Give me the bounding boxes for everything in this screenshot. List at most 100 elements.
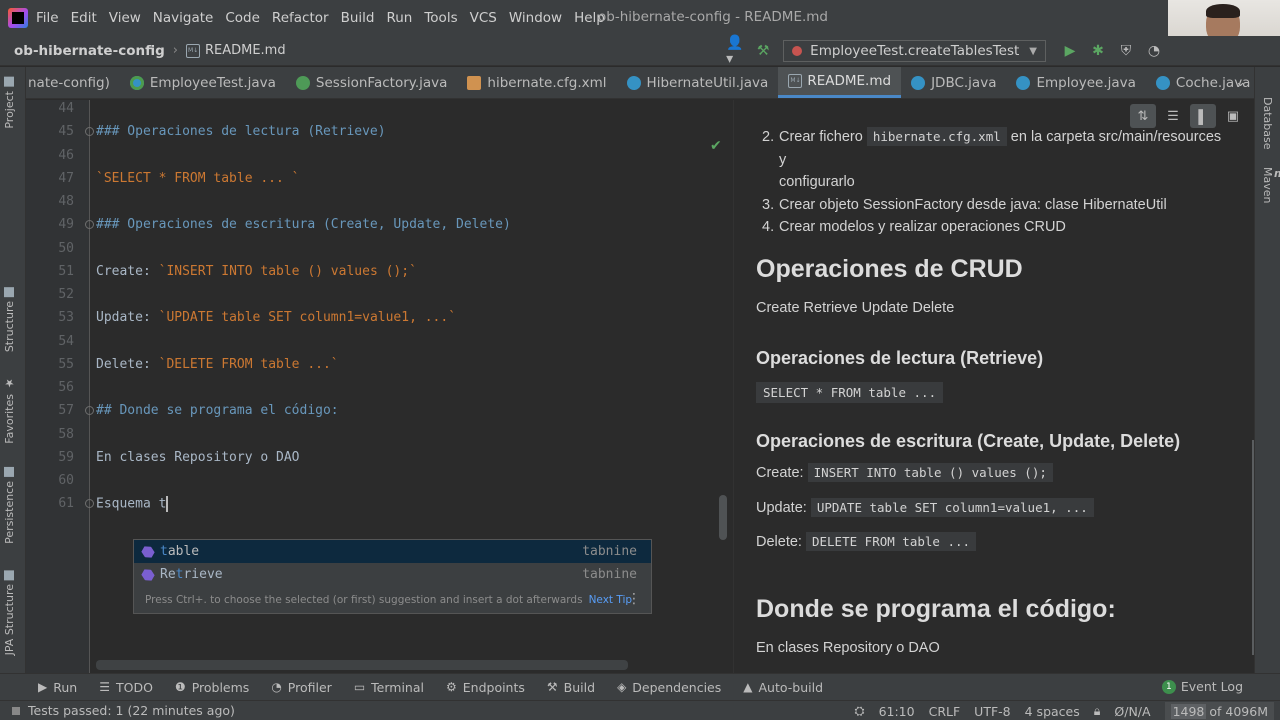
- more-options-icon[interactable]: ⋮: [627, 591, 641, 607]
- build-hammer-icon[interactable]: ⚒: [754, 42, 772, 60]
- toolwindow-dependencies[interactable]: ◈ Dependencies: [617, 680, 721, 695]
- debug-icon[interactable]: ✱: [1089, 42, 1107, 60]
- next-tip-link[interactable]: Next Tip: [589, 594, 632, 606]
- vcs-branch[interactable]: Ø/N/A: [1114, 704, 1150, 719]
- menu-tools[interactable]: Tools: [424, 10, 457, 26]
- preview-scrollbar[interactable]: [1252, 440, 1254, 655]
- code-line[interactable]: 60: [26, 469, 730, 492]
- structure-tool-tab[interactable]: Structure: [3, 287, 16, 352]
- code-line[interactable]: 51 Create: `INSERT INTO table () values (…: [26, 260, 730, 283]
- code-line[interactable]: 48: [26, 190, 730, 213]
- code-line[interactable]: 57 ## Donde se programa el código:: [26, 399, 730, 422]
- menu-file[interactable]: File: [36, 10, 59, 26]
- tests-status-icon: [12, 706, 20, 715]
- database-tool-tab[interactable]: Database: [1261, 97, 1274, 150]
- background-tasks-icon[interactable]: ⛭: [855, 703, 865, 719]
- toolwindow-terminal[interactable]: ▭ Terminal: [354, 680, 424, 695]
- line-separator[interactable]: CRLF: [929, 704, 961, 719]
- toolwindow-auto-build[interactable]: ▲ Auto-build: [743, 680, 823, 695]
- code-line[interactable]: 45 ### Operaciones de lectura (Retrieve): [26, 120, 730, 143]
- tab-hibernateutil-java[interactable]: HibernateUtil.java: [617, 67, 779, 98]
- sync-scroll-icon[interactable]: ⇅: [1130, 104, 1156, 128]
- tab-nate-config[interactable]: nate-config): [26, 67, 120, 98]
- line-text: Esquema t: [96, 495, 169, 512]
- tests-status[interactable]: Tests passed: 1 (22 minutes ago): [12, 703, 235, 718]
- breadcrumb-project[interactable]: ob-hibernate-config: [14, 43, 165, 59]
- code-line[interactable]: 56: [26, 376, 730, 399]
- toolwindow-build[interactable]: ⚒ Build: [547, 680, 595, 695]
- completion-text: able: [167, 544, 200, 559]
- tabs-overflow-chevron-icon[interactable]: ⌄: [1235, 75, 1246, 90]
- persistence-tool-tab[interactable]: Persistence: [3, 467, 16, 544]
- code-line[interactable]: 59 En clases Repository o DAO: [26, 446, 730, 469]
- code-line[interactable]: 61 Esquema t: [26, 492, 730, 515]
- tab-employeetest-java[interactable]: EmployeeTest.java: [120, 67, 286, 98]
- code-line[interactable]: 53 Update: `UPDATE table SET column1=valu…: [26, 306, 730, 329]
- menu-window[interactable]: Window: [509, 10, 562, 26]
- menu-view[interactable]: View: [109, 10, 141, 26]
- fold-marker-icon[interactable]: [85, 499, 94, 509]
- code-line[interactable]: 58: [26, 423, 730, 446]
- profile-icon[interactable]: ◔: [1145, 42, 1163, 60]
- toolwindow-label: Profiler: [287, 679, 332, 695]
- code-line[interactable]: 47 `SELECT * FROM table ... `: [26, 167, 730, 190]
- jpa-structure-tool-tab[interactable]: JPA Structure: [3, 570, 16, 655]
- breadcrumb-file[interactable]: README.md: [185, 43, 286, 58]
- toolwindow-todo[interactable]: ☰ TODO: [99, 680, 153, 695]
- project-tool-tab[interactable]: Project: [3, 77, 16, 129]
- menu-refactor[interactable]: Refactor: [272, 10, 329, 26]
- run-icon[interactable]: ▶: [1061, 42, 1079, 60]
- test-config-icon: [792, 46, 803, 56]
- completion-match: t: [175, 567, 184, 582]
- maven-tool-tab[interactable]: mMaven: [1261, 167, 1280, 203]
- toolwindow-run[interactable]: ▶ Run: [38, 680, 77, 695]
- favorites-tool-tab[interactable]: Favorites ★: [3, 377, 16, 444]
- editor-only-icon[interactable]: ☰: [1160, 104, 1186, 128]
- tab-jdbc-java[interactable]: JDBC.java: [901, 67, 1006, 98]
- code-line[interactable]: 50: [26, 237, 730, 260]
- menu-edit[interactable]: Edit: [71, 10, 97, 26]
- toolwindow-label: Endpoints: [462, 679, 525, 695]
- tab-employee-java[interactable]: Employee.java: [1006, 67, 1145, 98]
- file-encoding[interactable]: UTF-8: [974, 704, 1010, 719]
- fold-marker-icon[interactable]: [85, 127, 94, 137]
- code-line[interactable]: 44: [26, 100, 730, 120]
- completion-item[interactable]: Re t rieve tabnine: [134, 563, 651, 586]
- toolwindow-profiler[interactable]: ◔ Profiler: [271, 680, 332, 695]
- fold-marker-icon[interactable]: [85, 406, 94, 416]
- line-prefix: Update:: [96, 310, 159, 326]
- completion-item[interactable]: t able tabnine: [134, 540, 651, 563]
- user-account-icon[interactable]: 👤▾: [726, 35, 744, 67]
- indent-setting[interactable]: 4 spaces: [1025, 704, 1080, 719]
- caret-position[interactable]: 61:10: [879, 704, 915, 719]
- completion-hint: Press Ctrl+. to choose the selected (or …: [134, 586, 651, 613]
- memory-indicator[interactable]: 1498 of 4096M: [1164, 702, 1274, 720]
- code-line[interactable]: 55 Delete: `DELETE FROM table ...`: [26, 353, 730, 376]
- coverage-icon[interactable]: ⛨: [1117, 42, 1135, 60]
- run-configuration-select[interactable]: EmployeeTest.createTablesTest ▼: [783, 40, 1046, 62]
- vertical-scrollbar[interactable]: [719, 495, 727, 540]
- code-line[interactable]: 54: [26, 330, 730, 353]
- menu-code[interactable]: Code: [225, 10, 260, 26]
- tab-readme-md[interactable]: README.md: [778, 67, 902, 98]
- preview-ordered-list: 2. Crear fichero hibernate.cfg.xml en la …: [762, 126, 1232, 239]
- tab-sessionfactory-java[interactable]: SessionFactory.java: [286, 67, 457, 98]
- completion-match: t: [160, 544, 168, 559]
- code-line[interactable]: 49 ### Operaciones de escritura (Create, …: [26, 213, 730, 236]
- editor-and-preview-icon[interactable]: ▌: [1190, 104, 1216, 128]
- menu-build[interactable]: Build: [341, 10, 375, 26]
- toolwindow-problems[interactable]: ❶ Problems: [175, 680, 249, 695]
- menu-navigate[interactable]: Navigate: [153, 10, 214, 26]
- fold-marker-icon[interactable]: [85, 220, 94, 230]
- tab-hibernate-cfg-xml[interactable]: hibernate.cfg.xml: [457, 67, 616, 98]
- inspection-ok-icon[interactable]: ✔: [710, 138, 722, 154]
- horizontal-scrollbar[interactable]: [96, 660, 628, 670]
- menu-run[interactable]: Run: [386, 10, 412, 26]
- code-line[interactable]: 52: [26, 283, 730, 306]
- toolwindow-endpoints[interactable]: ⚙ Endpoints: [446, 680, 525, 695]
- event-log-button[interactable]: 1 Event Log: [1161, 679, 1243, 694]
- preview-only-icon[interactable]: ▣: [1220, 104, 1246, 128]
- menu-vcs[interactable]: VCS: [470, 10, 497, 26]
- code-line[interactable]: 46: [26, 144, 730, 167]
- lock-icon[interactable]: 🔒︎: [1094, 703, 1101, 719]
